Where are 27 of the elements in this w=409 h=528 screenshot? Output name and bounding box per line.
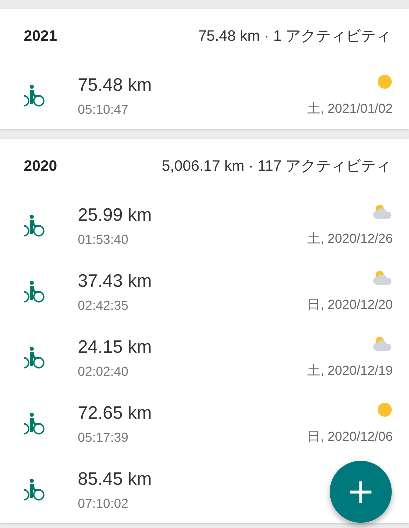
distance-text: 85.45 km	[78, 469, 154, 490]
duration-text: 07:10:02	[78, 496, 130, 511]
date-text: 土, 2021/01/02	[308, 100, 393, 118]
duration-text: 05:10:47	[78, 102, 130, 117]
distance-text: 37.43 km	[78, 271, 154, 292]
year-heading: 2020	[24, 158, 58, 174]
duration-text: 05:17:39	[78, 430, 130, 445]
cyclist-icon	[22, 84, 46, 108]
distance-text: 24.15 km	[78, 337, 154, 358]
duration-text: 02:42:35	[78, 298, 130, 313]
date-text: 日, 2020/12/20	[308, 296, 393, 314]
date-text: 日, 2020/12/06	[308, 428, 393, 446]
distance-text: 75.48 km	[78, 75, 154, 96]
distance-text: 72.65 km	[78, 403, 154, 424]
year-summary: 5,006.17 km · 117 アクティビティ	[162, 156, 391, 176]
cyclist-icon	[22, 412, 46, 436]
date-text: 土, 2020/12/26	[308, 230, 393, 248]
cyclist-icon	[22, 478, 46, 502]
duration-text: 02:02:40	[78, 364, 130, 379]
distance-text: 25.99 km	[78, 205, 154, 226]
cyclist-icon	[22, 280, 46, 304]
date-text: 土, 2020/12/19	[308, 362, 393, 380]
duration-text: 01:53:40	[78, 232, 130, 247]
cyclist-icon	[22, 346, 46, 370]
year-heading: 2021	[24, 28, 58, 44]
cyclist-icon	[22, 214, 46, 238]
year-summary: 75.48 km · 1 アクティビティ	[198, 26, 391, 46]
